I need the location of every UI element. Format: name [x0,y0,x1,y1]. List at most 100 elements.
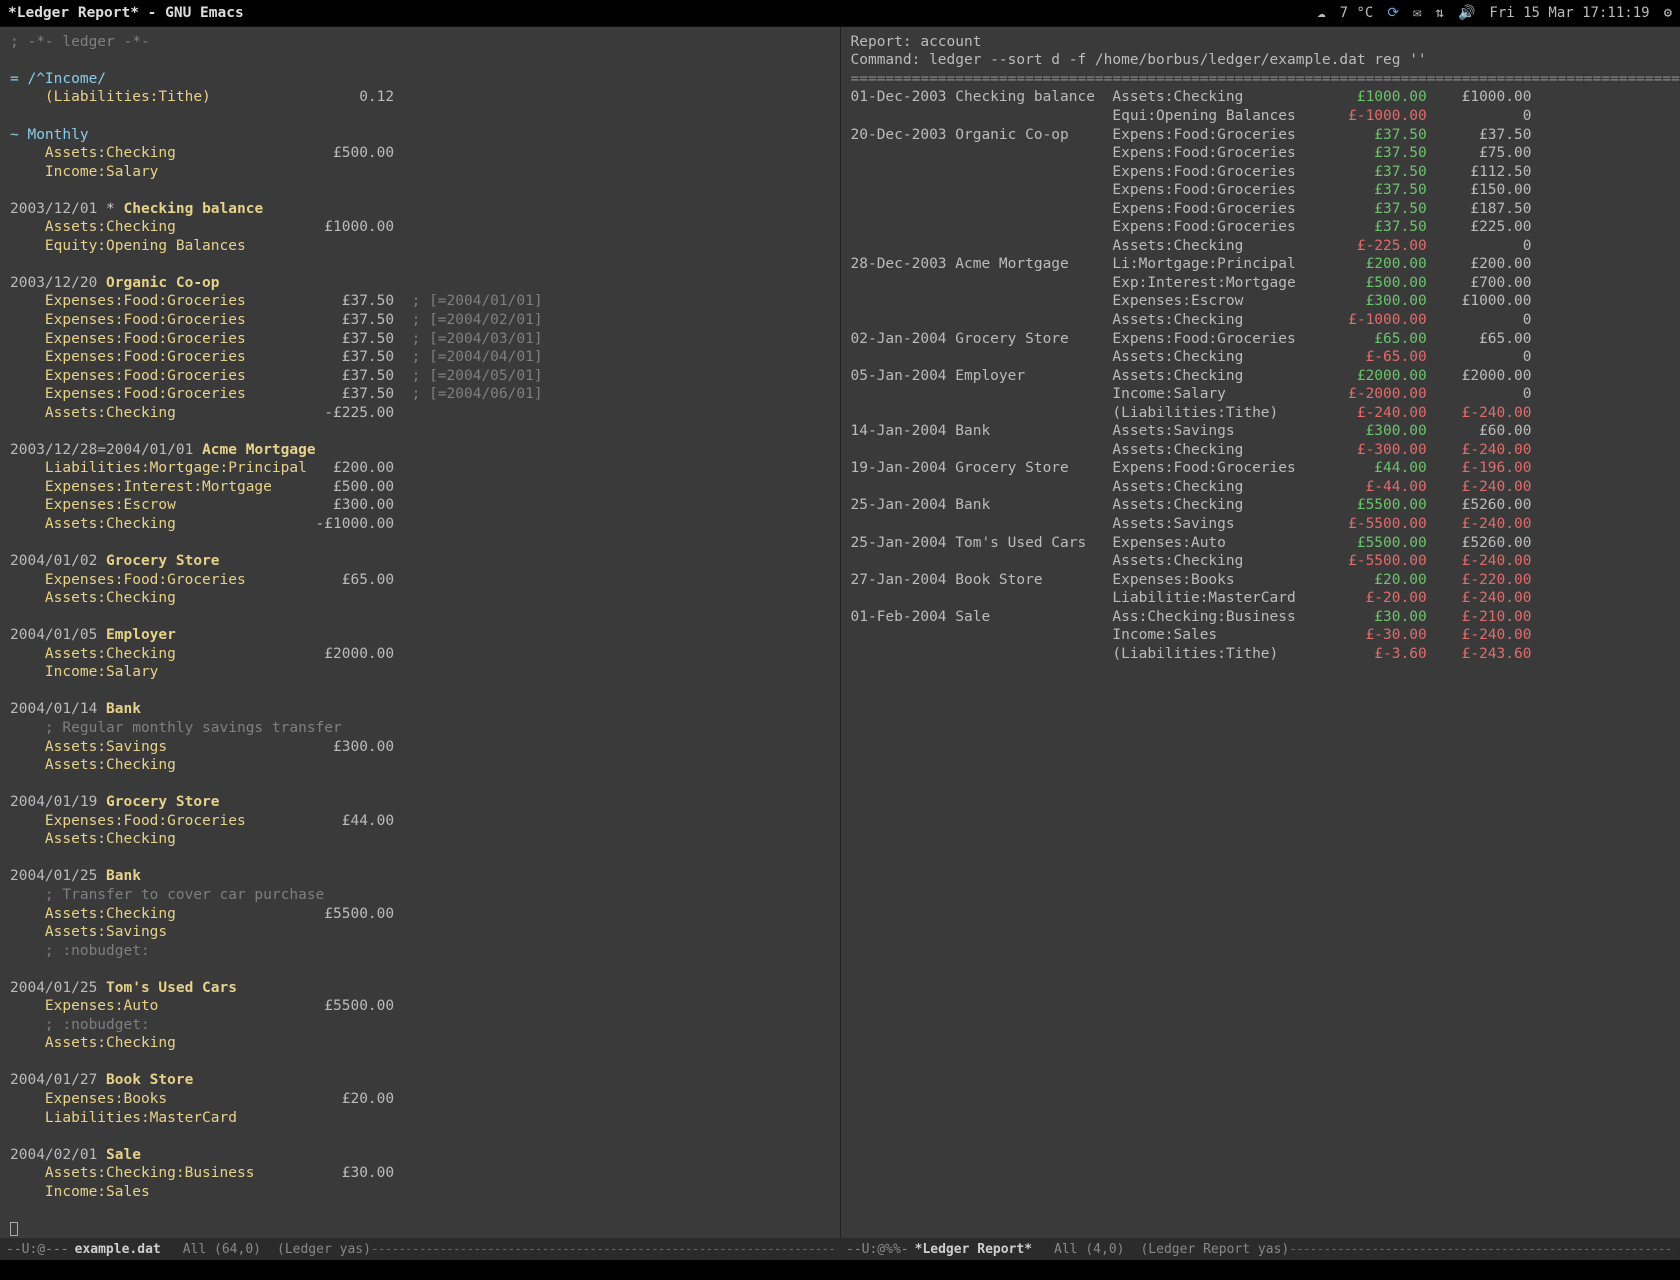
source-line: Assets:Checking [10,756,830,775]
source-line: Income:Salary [10,163,830,182]
report-line: 01-Feb-2004 Sale Ass:Checking:Business £… [851,608,1671,627]
refresh-icon[interactable]: ⟳ [1387,5,1399,21]
source-line: Assets:Checking £5500.00 [10,905,830,924]
source-line: Income:Salary [10,663,830,682]
modeline-fill: ----------------------------------------… [371,1242,834,1257]
source-line: Assets:Checking [10,589,830,608]
source-line: 2003/12/20 Organic Co-op [10,274,830,293]
source-line: Income:Sales [10,1183,830,1202]
report-line: Expens:Food:Groceries £37.50 £225.00 [851,218,1671,237]
source-line: 2004/01/27 Book Store [10,1071,830,1090]
report-line: Equi:Opening Balances £-1000.00 0 [851,107,1671,126]
source-line: Liabilities:MasterCard [10,1109,830,1128]
source-line: ; -*- ledger -*- [10,33,830,52]
volume-icon[interactable]: 🔊 [1458,5,1475,21]
source-line: Expenses:Interest:Mortgage £500.00 [10,478,830,497]
desktop-top-panel: *Ledger Report* - GNU Emacs ☁ 7 °C ⟳ ✉ ⇅… [0,0,1680,27]
source-line: Assets:Checking [10,1034,830,1053]
source-line [10,107,830,126]
report-line: Assets:Checking £-44.00 £-240.00 [851,478,1671,497]
source-line: Expenses:Food:Groceries £37.50 ; [=2004/… [10,348,830,367]
window-title: *Ledger Report* - GNU Emacs [8,5,244,21]
minibuffer[interactable] [0,1260,1680,1280]
source-line: Liabilities:Mortgage:Principal £200.00 [10,459,830,478]
report-line: 25-Jan-2004 Bank Assets:Checking £5500.0… [851,496,1671,515]
report-line: Assets:Checking £-1000.00 0 [851,311,1671,330]
report-line: (Liabilities:Tithe) £-3.60 £-243.60 [851,645,1671,664]
mail-icon[interactable]: ✉ [1413,5,1421,21]
buffer-ledger-report[interactable]: Report: accountCommand: ledger --sort d … [841,27,1680,1239]
report-line: Assets:Checking £-65.00 0 [851,348,1671,367]
report-line: Assets:Savings £-5500.00 £-240.00 [851,515,1671,534]
source-line: Expenses:Food:Groceries £37.50 ; [=2004/… [10,385,830,404]
source-line [10,255,830,274]
source-line: 2004/01/19 Grocery Store [10,793,830,812]
report-line: 02-Jan-2004 Grocery Store Expens:Food:Gr… [851,330,1671,349]
weather-text: 7 °C [1340,5,1374,21]
source-line: (Liabilities:Tithe) 0.12 [10,88,830,107]
source-line: ; :nobudget: [10,942,830,961]
modeline-fill: ----------------------------------------… [1289,1242,1674,1257]
report-line: 14-Jan-2004 Bank Assets:Savings £300.00 … [851,422,1671,441]
source-line: Assets:Checking:Business £30.00 [10,1164,830,1183]
source-line: Equity:Opening Balances [10,237,830,256]
source-line: Expenses:Auto £5500.00 [10,997,830,1016]
source-line [10,682,830,701]
weather-icon: ☁ [1317,5,1325,21]
source-line: ; Transfer to cover car purchase [10,886,830,905]
source-line [10,608,830,627]
report-line: (Liabilities:Tithe) £-240.00 £-240.00 [851,404,1671,423]
source-line: 2004/01/25 Tom's Used Cars [10,979,830,998]
source-line: Expenses:Food:Groceries £37.50 ; [=2004/… [10,330,830,349]
report-line: Assets:Checking £-225.00 0 [851,237,1671,256]
source-line: 2003/12/28=2004/01/01 Acme Mortgage [10,441,830,460]
report-line: Expens:Food:Groceries £37.50 £187.50 [851,200,1671,219]
report-line: 19-Jan-2004 Grocery Store Expens:Food:Gr… [851,459,1671,478]
source-line [10,1201,830,1220]
mode-line-right: --U:@%%- *Ledger Report* All (4,0) (Ledg… [840,1238,1680,1260]
source-line: Assets:Checking £2000.00 [10,645,830,664]
source-line: Assets:Checking [10,830,830,849]
source-line: = /^Income/ [10,70,830,89]
source-line: Assets:Savings [10,923,830,942]
source-line [10,1127,830,1146]
report-line: Expenses:Escrow £300.00 £1000.00 [851,292,1671,311]
source-line: Assets:Checking -£225.00 [10,404,830,423]
system-tray: ☁ 7 °C ⟳ ✉ ⇅ 🔊 Fri 15 Mar 17:11:19 ⚙ [1317,5,1672,21]
modeline-prefix: --U:@%%- [846,1242,909,1257]
report-header: Report: account [851,33,1671,52]
report-line: 27-Jan-2004 Book Store Expenses:Books £2… [851,571,1671,590]
mode-line-row: --U:@--- example.dat All (64,0) (Ledger … [0,1238,1680,1260]
modeline-mode: (Ledger yas) [277,1242,371,1257]
report-line: 01-Dec-2003 Checking balance Assets:Chec… [851,88,1671,107]
report-line: Expens:Food:Groceries £37.50 £112.50 [851,163,1671,182]
source-line [10,960,830,979]
report-line: Expens:Food:Groceries £37.50 £150.00 [851,181,1671,200]
buffer-example-dat[interactable]: ; -*- ledger -*- = /^Income/ (Liabilitie… [0,27,841,1239]
cursor [10,1220,830,1239]
source-line [10,534,830,553]
report-line: Exp:Interest:Mortgage £500.00 £700.00 [851,274,1671,293]
source-line: 2003/12/01 * Checking balance [10,200,830,219]
settings-icon[interactable]: ⚙ [1664,5,1672,21]
report-line: Liabilitie:MasterCard £-20.00 £-240.00 [851,589,1671,608]
source-line: 2004/02/01 Sale [10,1146,830,1165]
modeline-buffer-name: *Ledger Report* [915,1242,1032,1257]
network-icon[interactable]: ⇅ [1436,5,1444,21]
modeline-position: All (4,0) [1054,1242,1124,1257]
source-line: 2004/01/14 Bank [10,700,830,719]
source-line: Expenses:Food:Groceries £37.50 ; [=2004/… [10,311,830,330]
source-line: Expenses:Food:Groceries £37.50 ; [=2004/… [10,367,830,386]
report-line: Assets:Checking £-300.00 £-240.00 [851,441,1671,460]
source-line [10,849,830,868]
report-line: 25-Jan-2004 Tom's Used Cars Expenses:Aut… [851,534,1671,553]
source-line [10,775,830,794]
source-line [10,51,830,70]
source-line: Assets:Checking -£1000.00 [10,515,830,534]
modeline-position: All (64,0) [183,1242,261,1257]
report-command: Command: ledger --sort d -f /home/borbus… [851,51,1671,70]
report-line: Income:Salary £-2000.00 0 [851,385,1671,404]
source-line: 2004/01/02 Grocery Store [10,552,830,571]
source-line: ; Regular monthly savings transfer [10,719,830,738]
source-line: ~ Monthly [10,126,830,145]
